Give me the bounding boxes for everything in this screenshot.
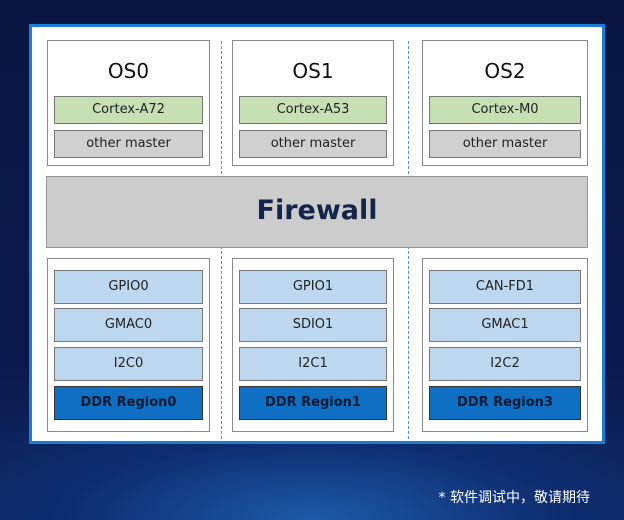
peripheral-cell: GMAC1	[429, 308, 581, 342]
footnote: * 软件调试中，敬请期待	[438, 490, 590, 506]
ddr-region-cell: DDR Region3	[429, 386, 581, 420]
core-cell: Cortex-A53	[239, 96, 387, 124]
peripheral-cell: GPIO0	[54, 270, 203, 304]
peripheral-cell: I2C2	[429, 347, 581, 381]
diagram-panel: OS0 Cortex-A72 other master OS1 Cortex-A…	[29, 24, 605, 444]
peripheral-cell: CAN-FD1	[429, 270, 581, 304]
os0-box: OS0 Cortex-A72 other master	[47, 40, 210, 166]
resources-box-1: GPIO1 SDIO1 I2C1 DDR Region1	[232, 258, 394, 432]
master-cell: other master	[54, 130, 203, 158]
peripheral-cell: GPIO1	[239, 270, 387, 304]
core-cell: Cortex-M0	[429, 96, 581, 124]
os-label: OS0	[107, 59, 150, 83]
peripheral-cell: GMAC0	[54, 308, 203, 342]
os2-box: OS2 Cortex-M0 other master	[422, 40, 588, 166]
os-label: OS2	[484, 59, 526, 83]
firewall-bar: Firewall	[46, 176, 588, 248]
master-cell: other master	[429, 130, 581, 158]
core-cell: Cortex-A72	[54, 96, 203, 124]
resources-box-0: GPIO0 GMAC0 I2C0 DDR Region0	[47, 258, 210, 432]
ddr-region-cell: DDR Region0	[54, 386, 203, 420]
os-label: OS1	[292, 59, 334, 83]
peripheral-cell: SDIO1	[239, 308, 387, 342]
resources-box-2: CAN-FD1 GMAC1 I2C2 DDR Region3	[422, 258, 588, 432]
master-cell: other master	[239, 130, 387, 158]
os1-box: OS1 Cortex-A53 other master	[232, 40, 394, 166]
peripheral-cell: I2C1	[239, 347, 387, 381]
peripheral-cell: I2C0	[54, 347, 203, 381]
ddr-region-cell: DDR Region1	[239, 386, 387, 420]
